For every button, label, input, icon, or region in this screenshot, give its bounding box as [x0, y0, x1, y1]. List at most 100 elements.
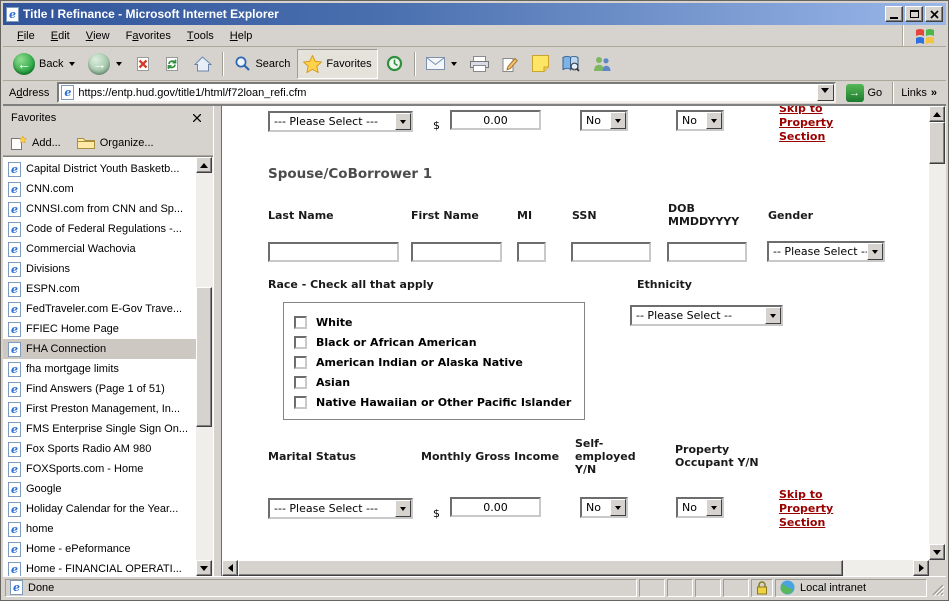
scroll-up-button[interactable]	[196, 157, 212, 173]
menu-file[interactable]: File	[9, 25, 43, 46]
refresh-button[interactable]	[158, 49, 186, 79]
favorite-item[interactable]: e FMS Enterprise Single Sign On...	[3, 419, 196, 439]
favorite-item[interactable]: e CNNSI.com from CNN and Sp...	[3, 199, 196, 219]
favorite-item[interactable]: e fha mortgage limits	[3, 359, 196, 379]
favorite-item[interactable]: e Holiday Calendar for the Year...	[3, 499, 196, 519]
favorite-item[interactable]: e Capital District Youth Basketb...	[3, 159, 196, 179]
dropdown-arrow-button[interactable]	[867, 243, 883, 260]
first-name-input[interactable]	[411, 242, 502, 262]
favorite-item[interactable]: e Commercial Wachovia	[3, 239, 196, 259]
dropdown-arrow-button[interactable]	[610, 112, 626, 129]
favorite-item[interactable]: e home	[3, 519, 196, 539]
favorite-item[interactable]: e Home - FINANCIAL OPERATI...	[3, 559, 196, 576]
skip-to-property-link[interactable]: Skip to Property Section	[779, 106, 843, 144]
pane-splitter[interactable]	[213, 106, 221, 576]
menu-edit[interactable]: Edit	[43, 25, 78, 46]
skip-to-property-link[interactable]: Skip to Property Section	[779, 488, 843, 530]
address-url[interactable]: https://entp.hud.gov/title1/html/f72loan…	[78, 87, 306, 99]
minimize-button[interactable]	[885, 6, 903, 22]
back-dropdown-icon[interactable]	[69, 62, 75, 66]
address-dropdown-button[interactable]	[817, 84, 834, 101]
add-favorite-button[interactable]: Add...	[11, 135, 61, 150]
links-chevron-icon[interactable]: »	[931, 87, 937, 99]
favorite-item[interactable]: e FFIEC Home Page	[3, 319, 196, 339]
dropdown-arrow-button[interactable]	[706, 499, 722, 516]
favorite-item[interactable]: e FHA Connection	[3, 339, 196, 359]
prev-marital-status-select[interactable]: --- Please Select ---	[268, 111, 413, 132]
scrollbar-thumb[interactable]	[238, 560, 843, 576]
scroll-up-button[interactable]	[929, 106, 945, 122]
history-button[interactable]	[379, 49, 410, 79]
scroll-down-button[interactable]	[196, 560, 212, 576]
back-button[interactable]: ← Back	[7, 49, 81, 79]
stop-button[interactable]	[129, 49, 157, 79]
content-horizontal-scrollbar[interactable]	[222, 560, 929, 576]
dropdown-arrow-button[interactable]	[706, 112, 722, 129]
ethnicity-select[interactable]: -- Please Select --	[630, 305, 783, 326]
self-employed-select[interactable]: No	[580, 497, 628, 518]
organize-favorites-button[interactable]: Organize...	[77, 136, 154, 149]
edit-button[interactable]	[496, 49, 525, 79]
marital-status-select[interactable]: --- Please Select ---	[268, 498, 413, 519]
favorite-item[interactable]: e Divisions	[3, 259, 196, 279]
menu-help[interactable]: Help	[222, 25, 261, 46]
menu-favorites[interactable]: Favorites	[118, 25, 179, 46]
occupant-select[interactable]: No	[676, 497, 724, 518]
close-favorites-button[interactable]	[189, 110, 205, 126]
favorite-item[interactable]: e FedTraveler.com E-Gov Trave...	[3, 299, 196, 319]
scroll-right-button[interactable]	[913, 560, 929, 576]
resize-grip[interactable]	[931, 583, 944, 596]
mail-button[interactable]	[420, 49, 463, 79]
race-checkbox[interactable]	[294, 336, 307, 349]
favorite-item[interactable]: e Fox Sports Radio AM 980	[3, 439, 196, 459]
forward-dropdown-icon[interactable]	[116, 62, 122, 66]
ssn-input[interactable]	[571, 242, 651, 262]
scroll-down-button[interactable]	[929, 544, 945, 560]
links-toolbar[interactable]: Links »	[892, 82, 943, 104]
last-name-input[interactable]	[268, 242, 399, 262]
search-button[interactable]: Search	[228, 49, 296, 79]
prev-occupant-select[interactable]: No	[676, 110, 724, 131]
forward-button[interactable]: →	[82, 49, 128, 79]
race-checkbox[interactable]	[294, 316, 307, 329]
research-button[interactable]	[556, 49, 586, 79]
home-button[interactable]	[187, 49, 218, 79]
favorite-item[interactable]: e CNN.com	[3, 179, 196, 199]
favorite-item[interactable]: e Find Answers (Page 1 of 51)	[3, 379, 196, 399]
race-checkbox[interactable]	[294, 356, 307, 369]
discuss-button[interactable]	[526, 49, 555, 79]
menu-tools[interactable]: Tools	[179, 25, 222, 46]
race-checkbox[interactable]	[294, 376, 307, 389]
favorite-item[interactable]: e Home - ePeformance	[3, 539, 196, 559]
dob-input[interactable]	[667, 242, 747, 262]
print-button[interactable]	[464, 49, 495, 79]
dropdown-arrow-button[interactable]	[395, 113, 411, 130]
mail-dropdown-icon[interactable]	[451, 62, 457, 66]
content-vertical-scrollbar[interactable]	[929, 106, 946, 560]
messenger-button[interactable]	[587, 49, 618, 79]
scrollbar-thumb[interactable]	[196, 287, 212, 427]
scrollbar-thumb[interactable]	[929, 122, 945, 164]
menu-view[interactable]: View	[78, 25, 118, 46]
prev-income-input[interactable]	[450, 110, 541, 130]
address-field[interactable]: e https://entp.hud.gov/title1/html/f72lo…	[57, 82, 835, 103]
race-checkbox[interactable]	[294, 396, 307, 409]
favorites-scrollbar[interactable]	[196, 157, 213, 576]
favorites-button[interactable]: Favorites	[297, 49, 377, 79]
income-input[interactable]	[450, 497, 541, 517]
dropdown-arrow-button[interactable]	[395, 500, 411, 517]
favorite-item[interactable]: e ESPN.com	[3, 279, 196, 299]
scroll-left-button[interactable]	[222, 560, 238, 576]
dropdown-arrow-button[interactable]	[610, 499, 626, 516]
go-button[interactable]: → Go	[841, 82, 888, 104]
favorite-item[interactable]: e FOXSports.com - Home	[3, 459, 196, 479]
maximize-button[interactable]	[905, 6, 923, 22]
dropdown-arrow-button[interactable]	[765, 307, 781, 324]
mi-input[interactable]	[517, 242, 546, 262]
close-button[interactable]	[925, 6, 943, 22]
prev-self-employed-select[interactable]: No	[580, 110, 628, 131]
favorite-item[interactable]: e Google	[3, 479, 196, 499]
favorite-item[interactable]: e First Preston Management, In...	[3, 399, 196, 419]
gender-select[interactable]: -- Please Select --	[767, 241, 885, 262]
favorite-item[interactable]: e Code of Federal Regulations -...	[3, 219, 196, 239]
